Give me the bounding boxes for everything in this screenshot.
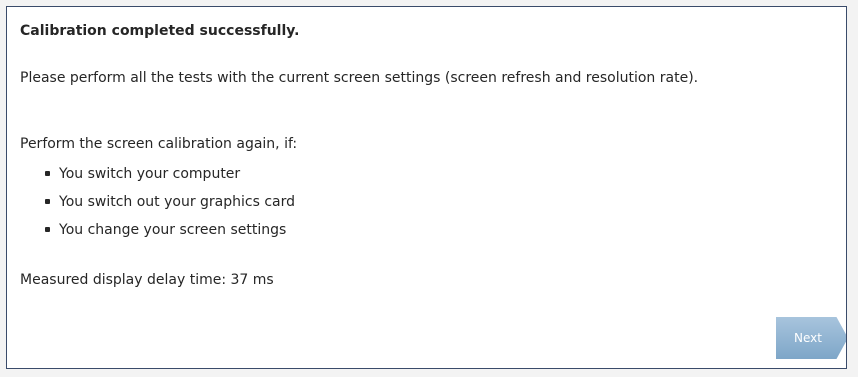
bullet-icon xyxy=(45,171,50,176)
list-item-text: You switch out your graphics card xyxy=(59,194,296,210)
instructions-paragraph: Please perform all the tests with the cu… xyxy=(20,70,699,86)
next-button[interactable]: Next xyxy=(776,317,846,359)
list-item-text: You switch your computer xyxy=(59,166,241,182)
calibration-panel: Calibration completed successfully. Plea… xyxy=(6,6,847,369)
recalibration-intro: Perform the screen calibration again, if… xyxy=(20,136,298,152)
measured-delay-text: Measured display delay time: 37 ms xyxy=(20,272,274,288)
list-item: You switch out your graphics card xyxy=(45,192,295,220)
bullet-icon xyxy=(45,227,50,232)
bullet-icon xyxy=(45,199,50,204)
list-item-text: You change your screen settings xyxy=(59,222,287,238)
recalibration-conditions-list: You switch your computer You switch out … xyxy=(45,164,295,248)
list-item: You switch your computer xyxy=(45,164,295,192)
list-item: You change your screen settings xyxy=(45,220,295,248)
calibration-title: Calibration completed successfully. xyxy=(20,23,300,39)
